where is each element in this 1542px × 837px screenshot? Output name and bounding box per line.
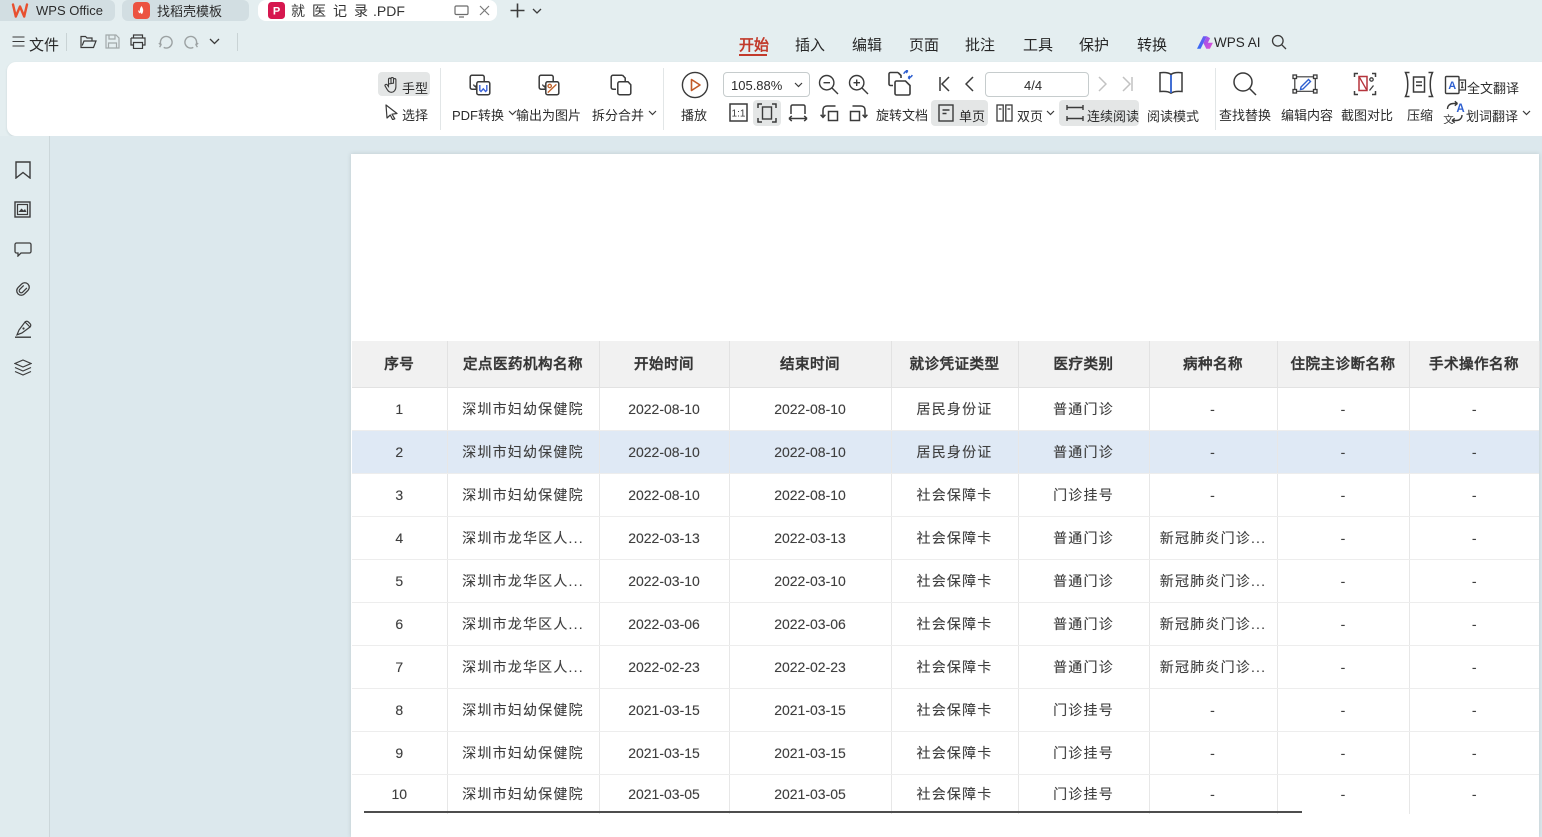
svg-text:1:1: 1:1 — [732, 109, 746, 120]
svg-text:文: 文 — [1443, 113, 1454, 124]
svg-text:A: A — [1456, 103, 1464, 115]
svg-text:A: A — [1448, 80, 1456, 92]
svg-text:P: P — [273, 6, 280, 18]
